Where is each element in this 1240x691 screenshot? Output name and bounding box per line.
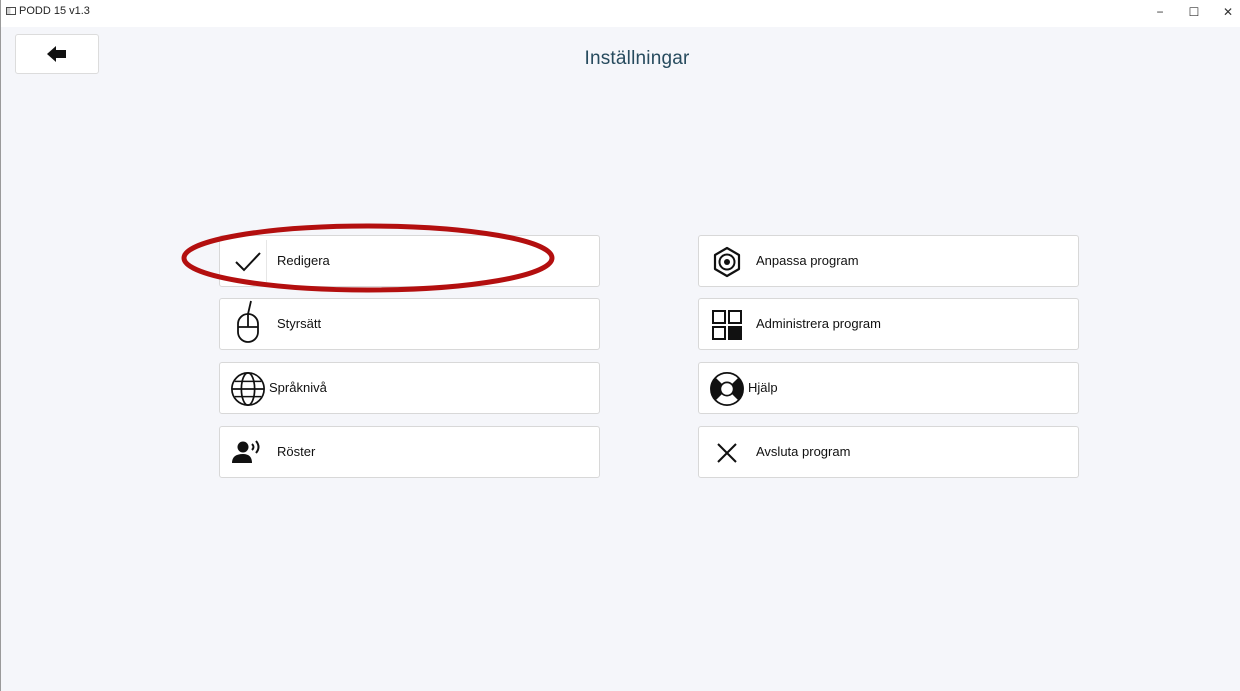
hjalp-button[interactable]: Hjälp bbox=[698, 362, 1079, 414]
redigera-label: Redigera bbox=[277, 253, 330, 268]
sprakniva-label: Språknivå bbox=[269, 380, 327, 395]
window-title: PODD 15 v1.3 bbox=[19, 5, 90, 17]
page-title: Inställningar bbox=[584, 48, 690, 69]
icon-divider bbox=[266, 240, 267, 282]
title-bar: PODD 15 v1.3 − ☐ ✕ bbox=[1, 0, 1240, 27]
speaking-person-icon bbox=[230, 435, 266, 471]
close-window-button[interactable]: ✕ bbox=[1213, 3, 1240, 21]
administrera-program-label: Administrera program bbox=[756, 316, 881, 331]
globe-icon bbox=[230, 371, 266, 407]
maximize-button[interactable]: ☐ bbox=[1179, 3, 1209, 21]
administrera-program-button[interactable]: Administrera program bbox=[698, 298, 1079, 350]
avsluta-program-label: Avsluta program bbox=[756, 444, 851, 459]
sprakniva-button[interactable]: Språknivå bbox=[219, 362, 600, 414]
avsluta-program-button[interactable]: Avsluta program bbox=[698, 426, 1079, 478]
roster-label: Röster bbox=[277, 444, 316, 459]
styrsatt-button[interactable]: Styrsätt bbox=[219, 298, 600, 350]
gear-icon bbox=[709, 244, 745, 280]
app-icon bbox=[6, 7, 16, 15]
lifebuoy-icon bbox=[709, 371, 745, 407]
roster-button[interactable]: Röster bbox=[219, 426, 600, 478]
app-window: PODD 15 v1.3 − ☐ ✕ Inställningar Rediger… bbox=[0, 0, 1240, 691]
anpassa-program-label: Anpassa program bbox=[756, 253, 859, 268]
mouse-icon bbox=[230, 300, 266, 343]
anpassa-program-button[interactable]: Anpassa program bbox=[698, 235, 1079, 287]
close-icon bbox=[709, 435, 745, 471]
minimize-button[interactable]: − bbox=[1145, 3, 1175, 21]
grid-icon bbox=[709, 307, 745, 343]
hjalp-label: Hjälp bbox=[748, 380, 778, 395]
checkmark-icon bbox=[230, 244, 266, 280]
styrsatt-label: Styrsätt bbox=[277, 316, 322, 331]
redigera-button[interactable]: Redigera bbox=[219, 235, 600, 287]
